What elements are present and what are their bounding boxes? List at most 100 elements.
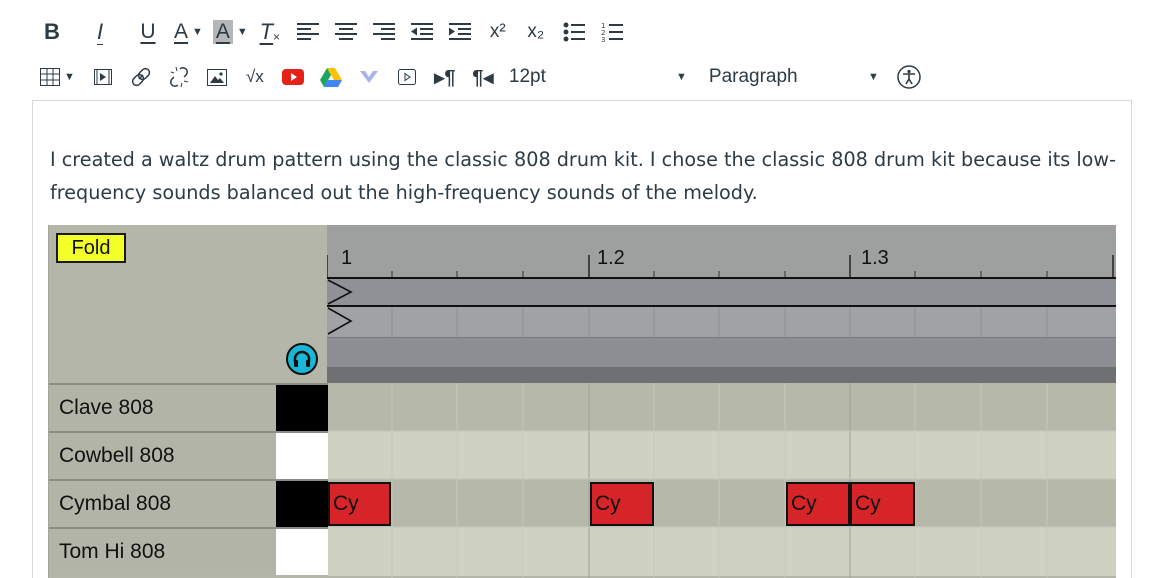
- track-name: Tom Hi 808: [59, 540, 166, 563]
- accessibility-icon: [897, 65, 921, 89]
- youtube-icon: [281, 69, 304, 85]
- align-left-button[interactable]: [296, 16, 320, 48]
- numbered-list-button[interactable]: 123: [600, 16, 624, 48]
- text-color-caret-icon: ▼: [192, 26, 203, 38]
- bold-button[interactable]: B: [40, 16, 64, 48]
- vimeo-button[interactable]: [357, 61, 381, 93]
- body-paragraph: I created a waltz drum pattern using the…: [50, 148, 1117, 204]
- image-icon: [206, 68, 227, 86]
- clear-formatting-button[interactable]: T ×: [258, 16, 282, 48]
- block-format-value: Paragraph: [708, 66, 798, 87]
- outdent-icon: [410, 23, 433, 40]
- toolbar-row-formatting: B I U A ▼ A ▼ T × x² x₂ 123: [40, 14, 638, 50]
- ltr-icon: ▸¶: [434, 66, 456, 89]
- youtube-button[interactable]: [281, 61, 305, 93]
- background-color-button[interactable]: A ▼: [212, 16, 248, 48]
- track-label-cymbal: Cymbal 808: [49, 479, 276, 527]
- clip-lane-3: [327, 337, 1116, 367]
- background-color-caret-icon: ▼: [236, 26, 248, 38]
- note-label: Cy: [333, 492, 359, 515]
- align-right-button[interactable]: [372, 16, 396, 48]
- bullet-list-icon: [563, 22, 585, 42]
- indent-button[interactable]: [448, 16, 472, 48]
- italic-button[interactable]: I: [88, 16, 112, 48]
- drum-sequencer-image: Fold 1 1.2 1.3 Clave 808 Cowbell 808 Cym…: [48, 225, 1116, 578]
- bold-label: B: [44, 19, 60, 44]
- track-activator-tom-hi: [276, 527, 328, 575]
- clear-formatting-x-icon: ×: [273, 30, 281, 44]
- ruler-label-1: 1: [341, 247, 353, 269]
- note-cymbal-2: Cy: [590, 482, 654, 526]
- track-label-clave: Clave 808: [49, 383, 276, 431]
- toolbar-row-insert: ▼ √x ▸¶ ¶◂ 12pt ▼ Paragraph ▼: [40, 59, 935, 95]
- grid-lines: [328, 383, 1116, 578]
- text-color-label: A: [174, 20, 189, 43]
- fold-button: Fold: [56, 233, 126, 263]
- numbered-list-icon: 123: [601, 22, 623, 43]
- image-button[interactable]: [205, 61, 229, 93]
- track-label-tom-hi: Tom Hi 808: [49, 527, 276, 575]
- track-name: Cowbell 808: [59, 444, 175, 467]
- bullet-list-button[interactable]: [562, 16, 586, 48]
- equation-icon: √x: [245, 67, 264, 86]
- font-size-caret-icon: ▼: [676, 71, 687, 83]
- ruler-ticks: [327, 255, 1114, 277]
- superscript-button[interactable]: x²: [486, 16, 510, 48]
- subscript-button[interactable]: x₂: [524, 16, 548, 48]
- track-name: Cymbal 808: [59, 492, 172, 515]
- note-cymbal-4: Cy: [850, 482, 915, 526]
- table-button[interactable]: ▼: [40, 61, 75, 93]
- subscript-label: x₂: [527, 21, 545, 42]
- google-drive-button[interactable]: [319, 61, 343, 93]
- google-drive-icon: [319, 67, 342, 87]
- italic-label: I: [96, 19, 104, 44]
- underline-button[interactable]: U: [136, 16, 160, 48]
- media-icon: [93, 69, 112, 85]
- link-button[interactable]: [129, 61, 153, 93]
- font-size-value: 12pt: [508, 66, 546, 87]
- rtl-button[interactable]: ¶◂: [471, 61, 495, 93]
- background-color-label: A: [212, 20, 233, 44]
- svg-text:3: 3: [601, 36, 605, 43]
- media-button[interactable]: [91, 61, 115, 93]
- align-left-icon: [296, 23, 319, 40]
- link-icon: [131, 67, 151, 87]
- note-cymbal-3: Cy: [786, 482, 850, 526]
- track-name: Clave 808: [59, 396, 154, 419]
- note-label: Cy: [595, 492, 621, 515]
- editor-toolbar: B I U A ▼ A ▼ T × x² x₂ 123 ▼ √x ▸¶ ¶◂ 1…: [0, 0, 1149, 100]
- clip-lane-1: [327, 277, 1116, 305]
- ruler-label-1-2: 1.2: [597, 247, 625, 269]
- rtl-icon: ¶◂: [472, 66, 494, 89]
- clip-lane-2: [327, 305, 1116, 337]
- timeline-ruler: 1 1.2 1.3: [327, 225, 1116, 277]
- superscript-label: x²: [489, 21, 506, 42]
- fold-label: Fold: [71, 236, 111, 259]
- font-size-select[interactable]: 12pt ▼: [509, 61, 695, 93]
- unlink-icon: [169, 66, 189, 88]
- note-cymbal-1: Cy: [328, 482, 391, 526]
- unlink-button[interactable]: [167, 61, 191, 93]
- outdent-button[interactable]: [410, 16, 434, 48]
- block-format-caret-icon: ▼: [868, 71, 879, 83]
- clear-formatting-label: T: [259, 19, 274, 44]
- track-label-cowbell: Cowbell 808: [49, 431, 276, 479]
- table-caret-icon: ▼: [64, 71, 75, 83]
- indent-icon: [448, 23, 471, 40]
- underline-label: U: [140, 20, 156, 43]
- embed-media-icon: [397, 69, 416, 85]
- align-center-button[interactable]: [334, 16, 358, 48]
- ruler-label-1-3: 1.3: [861, 247, 889, 269]
- ltr-button[interactable]: ▸¶: [433, 61, 457, 93]
- track-activator-cowbell: [276, 431, 328, 479]
- headphone-icon: [286, 343, 318, 375]
- align-right-icon: [372, 23, 395, 40]
- embed-media-button[interactable]: [395, 61, 419, 93]
- text-color-button[interactable]: A ▼: [174, 16, 203, 48]
- align-center-icon: [334, 23, 357, 40]
- equation-button[interactable]: √x: [243, 61, 267, 93]
- block-format-select[interactable]: Paragraph ▼: [709, 61, 883, 93]
- note-label: Cy: [855, 492, 881, 515]
- accessibility-checker-button[interactable]: [897, 61, 921, 93]
- table-icon: [40, 68, 60, 86]
